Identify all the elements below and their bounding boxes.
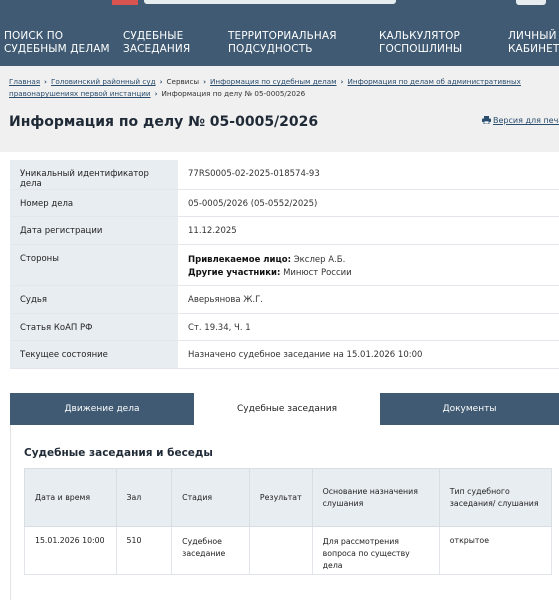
parties-value: Привлекаемое лицо: Экслер А.Б. Другие уч…: [178, 244, 559, 286]
info-label: Статья КоАП РФ: [10, 313, 178, 341]
nav-item-personal-account[interactable]: ЛИЧНЫЙ КАБИНЕТ: [508, 30, 559, 56]
info-value: 05-0005/2026 (05-0552/2025): [178, 189, 559, 217]
nav-item-label: ГОСПОШЛИНЫ: [379, 43, 463, 55]
hearing-room: 510: [115, 526, 173, 575]
column-header: Тип судебного заседания/ слушания: [438, 468, 553, 527]
info-label: Дата регистрации: [10, 216, 178, 245]
breadcrumb-link[interactable]: Головинский районный суд: [51, 77, 156, 86]
page-title: Информация по делу № 05-0005/2026: [9, 114, 319, 130]
column-header: Результат: [248, 468, 313, 527]
hearing-result: [248, 526, 313, 575]
breadcrumb-separator-icon: ›: [44, 77, 48, 86]
hearing-basis: Для рассмотрения вопроса по существу дел…: [311, 526, 440, 575]
info-value: Ст. 19.34, Ч. 1: [178, 313, 559, 341]
nav-item-fee-calculator[interactable]: КАЛЬКУЛЯТОР ГОСПОШЛИНЫ: [379, 30, 462, 56]
info-value: Назначено судебное заседание на 15.01.20…: [178, 340, 559, 369]
printer-icon: [482, 116, 491, 125]
breadcrumb: Главная › Головинский районный суд › Сервисы…: [9, 76, 549, 100]
breadcrumb-link[interactable]: Главная: [9, 77, 40, 86]
nav-item-label: ЗАСЕДАНИЯ: [123, 43, 191, 55]
breadcrumb-separator-icon: ›: [154, 89, 158, 98]
info-value: 11.12.2025: [178, 216, 559, 245]
info-label: Текущее состояние: [10, 340, 178, 369]
table-header-row: Дата и время Зал Стадия Результат Основа…: [24, 468, 553, 527]
main-navigation: ПОИСК ПО СУДЕБНЫМ ДЕЛАМ СУДЕБНЫЕ ЗАСЕДАН…: [0, 14, 559, 66]
breadcrumb-separator-icon: ›: [159, 77, 163, 86]
info-row: Текущее состояние Назначено судебное зас…: [10, 340, 559, 369]
nav-item-case-search[interactable]: ПОИСК ПО СУДЕБНЫМ ДЕЛАМ: [4, 30, 110, 56]
info-value: Аверьянова Ж.Г.: [178, 285, 559, 314]
breadcrumb-item: Сервисы: [166, 77, 200, 86]
column-header: Зал: [115, 468, 173, 527]
hearings-table: Дата и время Зал Стадия Результат Основа…: [24, 468, 553, 575]
nav-item-label: ТЕРРИТОРИАЛЬНАЯ: [228, 30, 337, 42]
breadcrumb-current: Информация по делу № 05-0005/2026: [161, 89, 306, 98]
hearings-panel: Судебные заседания и беседы Дата и время…: [10, 425, 559, 600]
tab-documents[interactable]: Документы: [380, 393, 559, 425]
party-name: Минюст России: [283, 268, 352, 278]
party-role-label: Привлекаемое лицо:: [188, 255, 292, 265]
site-logo[interactable]: [112, 0, 138, 5]
nav-item-label: СУДЕБНЫМ ДЕЛАМ: [4, 43, 110, 55]
nav-item-jurisdiction[interactable]: ТЕРРИТОРИАЛЬНАЯ ПОДСУДНОСТЬ: [228, 30, 337, 56]
breadcrumb-separator-icon: ›: [340, 77, 344, 86]
case-info-table: Уникальный идентификатор дела 77RS0005-0…: [10, 160, 559, 369]
nav-item-label: СУДЕБНЫЕ: [123, 30, 184, 42]
column-header: Стадия: [171, 468, 250, 527]
top-header-strip: [0, 0, 559, 14]
info-label: Номер дела: [10, 189, 178, 217]
info-row: Дата регистрации 11.12.2025: [10, 216, 559, 245]
info-row: Статья КоАП РФ Ст. 19.34, Ч. 1: [10, 313, 559, 341]
print-version-link[interactable]: Версия для печати: [482, 116, 559, 125]
table-row: 15.01.2026 10:00 510 Судебное заседание …: [24, 526, 553, 575]
info-row: Судья Аверьянова Ж.Г.: [10, 285, 559, 314]
nav-item-label: КАБИНЕТ: [508, 43, 559, 55]
nav-item-label: ПОИСК ПО: [4, 30, 64, 42]
breadcrumb-separator-icon: ›: [203, 77, 207, 86]
info-row: Стороны Привлекаемое лицо: Экслер А.Б. Д…: [10, 244, 559, 286]
column-header: Основание назначения слушания: [311, 468, 440, 527]
hearing-datetime: 15.01.2026 10:00: [24, 526, 117, 575]
nav-item-hearings[interactable]: СУДЕБНЫЕ ЗАСЕДАНИЯ: [123, 30, 190, 56]
party-name: Экслер А.Б.: [293, 255, 346, 265]
column-header: Дата и время: [24, 468, 117, 527]
nav-item-label: ПОДСУДНОСТЬ: [228, 43, 313, 55]
page-header: Главная › Головинский районный суд › Сервисы…: [0, 66, 559, 152]
tab-hearings[interactable]: Судебные заседания: [194, 393, 380, 425]
info-value: 77RS0005-02-2025-018574-93: [178, 160, 559, 190]
hearing-type: открытое: [438, 526, 553, 575]
header-button[interactable]: [516, 0, 546, 5]
info-row: Уникальный идентификатор дела 77RS0005-0…: [10, 160, 559, 190]
nav-item-label: КАЛЬКУЛЯТОР: [379, 30, 460, 42]
case-tabs: Движение дела Судебные заседания Докумен…: [10, 393, 559, 425]
hearing-stage: Судебное заседание: [171, 526, 250, 575]
site-search-bar[interactable]: [144, 0, 396, 4]
tab-case-movement[interactable]: Движение дела: [10, 393, 194, 425]
info-row: Номер дела 05-0005/2026 (05-0552/2025): [10, 189, 559, 217]
info-label: Стороны: [10, 244, 178, 286]
hearings-title: Судебные заседания и беседы: [24, 447, 213, 459]
breadcrumb-link[interactable]: Информация по судебным делам: [210, 77, 336, 86]
nav-item-label: ЛИЧНЫЙ: [508, 30, 557, 42]
info-label: Уникальный идентификатор дела: [10, 160, 178, 190]
info-label: Судья: [10, 285, 178, 314]
print-version-label: Версия для печати: [493, 116, 559, 125]
party-role-label: Другие участники:: [188, 268, 281, 278]
